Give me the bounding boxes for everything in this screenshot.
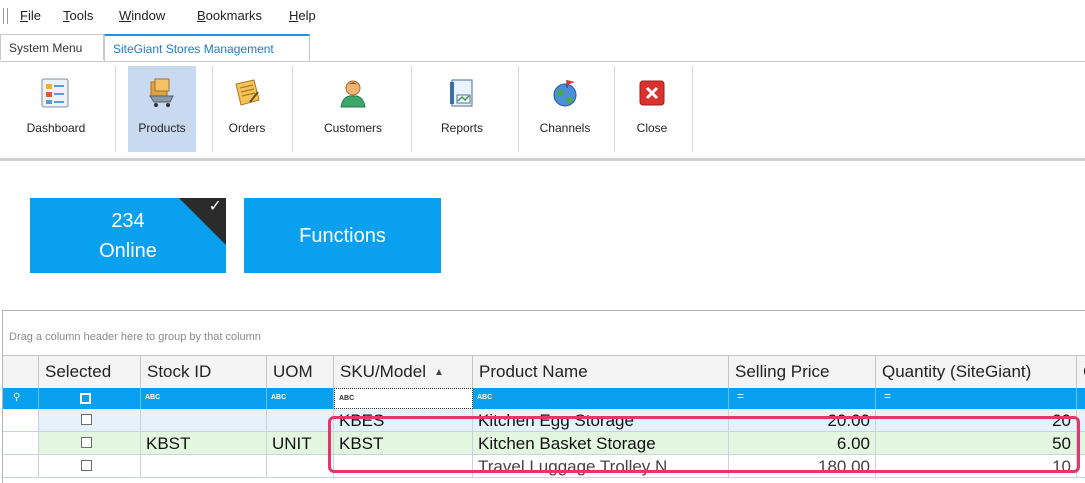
ribbon-separator <box>692 66 693 152</box>
auto-filter-row: ⚲ ABC ABC ABC ABC = = <box>3 388 1085 409</box>
menu-bookmarks[interactable]: Bookmarks <box>197 8 262 24</box>
reports-button[interactable]: Reports <box>420 66 504 152</box>
ribbon-separator <box>212 66 213 152</box>
text-filter-icon: ABC <box>339 395 355 402</box>
row-indicator <box>3 432 39 455</box>
equals-filter-icon: = <box>737 389 745 403</box>
header-indicator <box>3 356 39 388</box>
filter-selected[interactable] <box>39 388 141 409</box>
products-button[interactable]: Products <box>128 66 196 152</box>
ribbon-separator <box>614 66 615 152</box>
dashboard-list-icon <box>41 78 69 108</box>
cell-stock-id[interactable] <box>141 409 267 432</box>
text-filter-icon: ABC <box>271 394 287 401</box>
customers-label: Customers <box>323 121 382 135</box>
filter-uom[interactable]: ABC <box>267 388 334 409</box>
menu-file[interactable]: File <box>20 8 41 24</box>
cell-stock-id[interactable]: KBST <box>141 432 267 455</box>
row-checkbox[interactable] <box>81 460 92 471</box>
products-label: Products <box>138 121 186 135</box>
menu-bar: File Tools Window Bookmarks Help <box>0 0 1085 34</box>
orders-note-icon <box>235 79 260 106</box>
cell-uom[interactable]: UNIT <box>267 432 334 455</box>
filter-sku-model[interactable]: ABC <box>334 388 473 409</box>
filter-product-name[interactable]: ABC <box>473 388 729 409</box>
customers-person-icon <box>340 80 366 108</box>
cell-stock-id[interactable] <box>141 455 267 478</box>
channels-label: Channels <box>539 121 591 135</box>
tab-system-menu[interactable]: System Menu <box>0 34 104 60</box>
ribbon-separator <box>518 66 519 152</box>
reports-chart-icon <box>450 79 473 107</box>
filter-checkbox[interactable] <box>80 393 91 404</box>
header-sku-model[interactable]: SKU/Model ▲ <box>334 356 473 388</box>
sort-ascending-icon: ▲ <box>433 367 444 378</box>
row-indicator <box>3 455 39 478</box>
cell-uom[interactable] <box>267 409 334 432</box>
filter-next-column[interactable] <box>1077 388 1085 409</box>
orders-label: Orders <box>228 121 266 135</box>
row-indicator <box>3 409 39 432</box>
cell-selected[interactable] <box>39 432 141 455</box>
channels-button[interactable]: Channels <box>528 66 602 152</box>
filter-selling-price[interactable]: = <box>729 388 876 409</box>
menu-window[interactable]: Window <box>119 8 165 24</box>
functions-tile[interactable]: Functions <box>244 198 441 273</box>
tab-strip: System Menu SiteGiant Stores Management <box>0 34 1085 61</box>
ribbon-separator <box>411 66 412 152</box>
header-stock-id[interactable]: Stock ID <box>141 356 267 388</box>
header-next-column[interactable]: C <box>1077 356 1085 388</box>
filter-stock-id[interactable]: ABC <box>141 388 267 409</box>
ribbon-divider <box>0 158 1085 161</box>
group-by-hint: Drag a column header here to group by th… <box>9 331 261 343</box>
header-quantity[interactable]: Quantity (SiteGiant) <box>876 356 1077 388</box>
row-checkbox[interactable] <box>81 414 92 425</box>
dashboard-button[interactable]: Dashboard <box>10 66 102 152</box>
text-filter-icon: ABC <box>477 394 493 401</box>
functions-label: Functions <box>299 225 386 247</box>
header-product-name[interactable]: Product Name <box>473 356 729 388</box>
filter-indicator: ⚲ <box>3 388 39 409</box>
menu-help[interactable]: Help <box>289 8 316 24</box>
checkmark-icon: ✓ <box>208 198 222 215</box>
filter-quantity[interactable]: = <box>876 388 1077 409</box>
dashboard-label: Dashboard <box>26 121 86 135</box>
cell-selected[interactable] <box>39 455 141 478</box>
menu-grip-icon[interactable] <box>3 8 8 24</box>
channels-globe-icon <box>553 80 577 107</box>
ribbon-separator <box>115 66 116 152</box>
ribbon-toolbar: Dashboard Products Orders Customers Repo… <box>0 62 1085 159</box>
menu-tools[interactable]: Tools <box>63 8 93 24</box>
orders-button[interactable]: Orders <box>214 66 280 152</box>
online-products-tile[interactable]: 234 Online ✓ <box>30 198 226 273</box>
pin-icon: ⚲ <box>13 392 21 403</box>
close-label: Close <box>636 121 668 135</box>
highlight-annotation <box>328 416 1080 473</box>
grid-header: Selected Stock ID UOM SKU/Model ▲ Product… <box>3 355 1085 389</box>
reports-label: Reports <box>440 121 484 135</box>
customers-button[interactable]: Customers <box>306 66 400 152</box>
text-filter-icon: ABC <box>145 394 161 401</box>
header-sku-label: SKU/Model <box>340 362 426 381</box>
header-uom[interactable]: UOM <box>267 356 334 388</box>
header-selling-price[interactable]: Selling Price <box>729 356 876 388</box>
row-checkbox[interactable] <box>81 437 92 448</box>
cell-uom[interactable] <box>267 455 334 478</box>
ribbon-separator <box>292 66 293 152</box>
close-button[interactable]: Close <box>620 66 684 152</box>
products-cart-icon <box>149 78 174 107</box>
close-x-icon <box>639 80 665 106</box>
group-by-panel[interactable]: Drag a column header here to group by th… <box>3 311 1085 355</box>
cell-selected[interactable] <box>39 409 141 432</box>
header-selected[interactable]: Selected <box>39 356 141 388</box>
equals-filter-icon: = <box>884 389 892 403</box>
tab-sitegiant-stores[interactable]: SiteGiant Stores Management <box>104 34 310 61</box>
